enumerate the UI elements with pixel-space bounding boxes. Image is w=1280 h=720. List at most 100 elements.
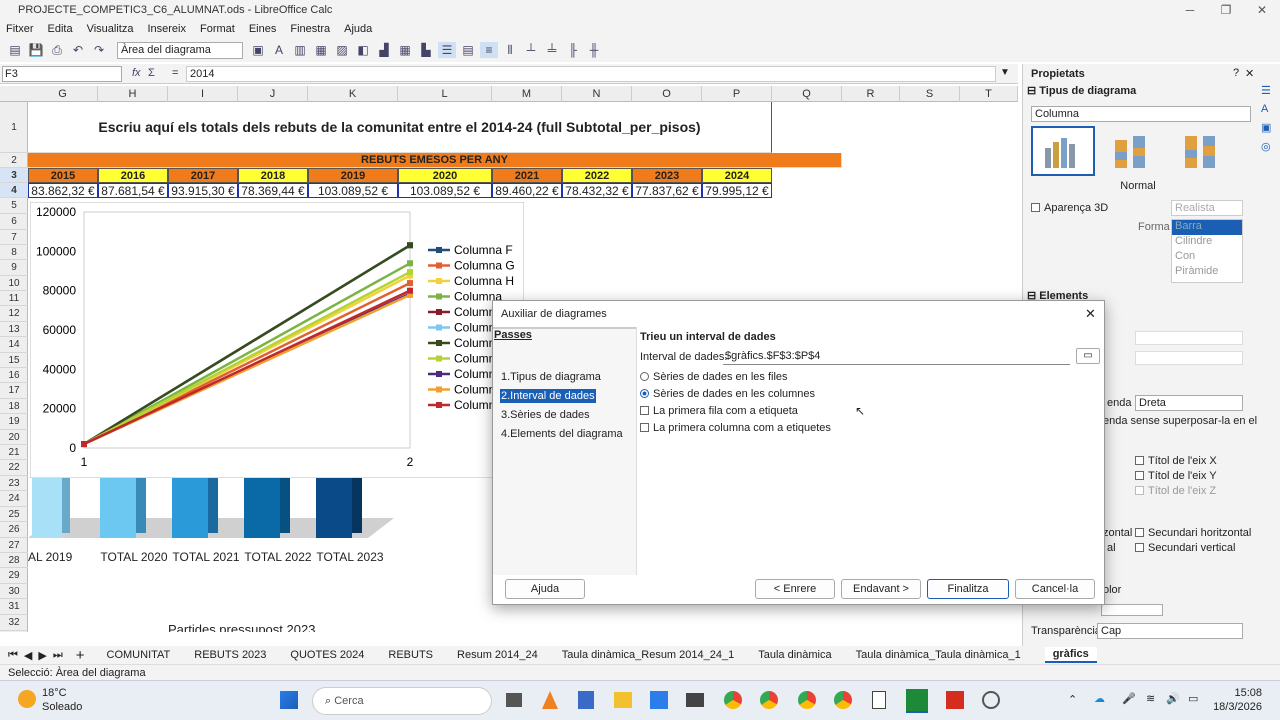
store-icon[interactable] [650, 691, 668, 709]
help-button[interactable]: Ajuda [505, 579, 585, 599]
row-header[interactable]: 18 [0, 399, 28, 414]
row-header[interactable]: 8 [0, 245, 28, 260]
year-cell[interactable]: 2019 [308, 168, 398, 183]
chart-type-bar-icon[interactable]: ▟ [375, 42, 393, 58]
row-header[interactable]: 24 [0, 491, 28, 507]
undo-icon[interactable]: ↶ [69, 42, 87, 58]
shape-item[interactable]: Barra [1172, 220, 1242, 235]
col-header[interactable]: N [562, 86, 632, 102]
next-button[interactable]: Endavant > [841, 579, 921, 599]
start-icon[interactable] [280, 691, 298, 709]
cancel-button[interactable]: Cancel·la [1015, 579, 1095, 599]
row-header[interactable]: 19 [0, 414, 28, 430]
row-header[interactable]: 2 [0, 153, 28, 168]
row-header[interactable]: 9 [0, 260, 28, 276]
row-header[interactable]: 3 [0, 168, 28, 183]
col-header[interactable]: G [28, 86, 98, 102]
print-icon[interactable]: ⎙ [48, 42, 66, 58]
file-explorer-icon[interactable] [614, 692, 632, 708]
col-header[interactable]: Q [772, 86, 842, 102]
menu-format[interactable]: Format [200, 23, 235, 35]
sheet-heading[interactable]: Escriu aquí els totals dels rebuts de la… [28, 102, 772, 153]
document-icon[interactable] [872, 691, 886, 709]
pdf-icon[interactable] [946, 691, 964, 709]
subtype-stacked[interactable] [1099, 127, 1161, 175]
col-header[interactable]: M [492, 86, 562, 102]
sheet-tab[interactable]: REBUTS 2023 [194, 649, 266, 661]
app-icon[interactable] [578, 691, 594, 709]
amount-cell[interactable]: 87.681,54 € [98, 183, 168, 198]
series-rows-radio[interactable]: Sèries de dades en les files [640, 371, 788, 383]
chart-type-select[interactable]: Columna [1031, 106, 1251, 122]
function-wizard-icon[interactable]: fx [132, 67, 141, 79]
row-header[interactable]: 30 [0, 584, 28, 599]
row-header[interactable]: 27 [0, 538, 28, 553]
chrome-icon[interactable] [798, 691, 816, 709]
amount-cell[interactable]: 93.915,30 € [168, 183, 238, 198]
dialog-close-icon[interactable]: ✕ [1085, 306, 1096, 322]
range-input[interactable]: $gràfics.$F$3:$P$4 [723, 348, 1070, 365]
add-sheet-icon[interactable]: + [76, 647, 85, 664]
formula-icon[interactable]: = [172, 67, 178, 79]
first-row-label-checkbox[interactable]: La primera fila com a etiqueta [640, 405, 798, 417]
gallery-icon[interactable]: ▣ [1261, 121, 1280, 134]
subtitle-field[interactable] [1135, 351, 1243, 365]
navigator-icon[interactable]: ◎ [1261, 140, 1280, 153]
minimize-icon[interactable]: ─ [1172, 0, 1208, 20]
year-cell[interactable]: 2016 [98, 168, 168, 183]
sheet-banner[interactable]: REBUTS EMESOS PER ANY [28, 153, 842, 168]
chrome-icon[interactable] [724, 691, 742, 709]
axis-y-title-checkbox[interactable]: Títol de l'eix Y [1135, 470, 1217, 482]
year-cell[interactable]: 2018 [238, 168, 308, 183]
menu-file[interactable]: Fitxer [6, 23, 34, 35]
chart-type-section-header[interactable]: ⊟ Tipus de diagrama [1027, 84, 1257, 98]
sheet-tab[interactable]: Resum 2014_24 [457, 649, 538, 661]
first-sheet-icon[interactable]: ⏮ [8, 649, 18, 662]
data-ranges-icon[interactable]: ▙ [417, 42, 435, 58]
first-column-label-checkbox[interactable]: La primera columna com a etiquetes [640, 422, 831, 434]
maximize-icon[interactable]: ❐ [1208, 0, 1244, 20]
year-cell[interactable]: 2020 [398, 168, 492, 183]
sheet-tab-active[interactable]: gràfics [1044, 647, 1097, 663]
data-table-icon[interactable]: ▦ [396, 42, 414, 58]
row-header[interactable]: 1 [0, 102, 28, 153]
row-header[interactable]: 14 [0, 337, 28, 353]
battery-icon[interactable]: ▭ [1188, 692, 1198, 705]
sheet-tab[interactable]: Taula dinàmica_Taula dinàmica_1 [856, 649, 1021, 661]
back-button[interactable]: < Enrere [755, 579, 835, 599]
legend-overlay-label[interactable]: enda sense superposar-la en el [1103, 415, 1257, 427]
row-header[interactable]: 13 [0, 322, 28, 337]
col-header[interactable]: I [168, 86, 238, 102]
amount-cell[interactable]: 79.995,12 € [702, 183, 772, 198]
chrome-icon[interactable] [760, 691, 778, 709]
chart-area[interactable] [30, 202, 524, 478]
row-header[interactable]: 22 [0, 460, 28, 476]
task-view-icon[interactable] [506, 693, 522, 707]
shape-list[interactable]: Barra Cilindre Con Piràmide [1171, 219, 1243, 283]
row-header[interactable]: 20 [0, 430, 28, 445]
row-header[interactable]: 12 [0, 306, 28, 322]
wifi-icon[interactable]: ≋ [1146, 692, 1155, 705]
amount-cell[interactable]: 78.432,32 € [562, 183, 632, 198]
year-cell[interactable]: 2017 [168, 168, 238, 183]
chart-subtypes[interactable] [1031, 126, 1243, 178]
cloud-icon[interactable]: ☁ [1094, 692, 1105, 705]
expand-formula-icon[interactable]: ▼ [1000, 67, 1010, 78]
prev-sheet-icon[interactable]: ◀ [24, 649, 32, 662]
secondary-vertical-checkbox[interactable]: Secundari vertical [1135, 542, 1235, 554]
row-header[interactable]: 10 [0, 276, 28, 291]
year-cell[interactable]: 2015 [28, 168, 98, 183]
col-header[interactable]: S [900, 86, 960, 102]
row-header[interactable]: 11 [0, 291, 28, 306]
subtype-percent[interactable] [1169, 127, 1231, 175]
row-header[interactable]: 6 [0, 214, 28, 230]
menu-help[interactable]: Ajuda [344, 23, 372, 35]
amount-cell[interactable]: 89.460,22 € [492, 183, 562, 198]
bar-chart[interactable] [28, 478, 398, 542]
horizontal-grid-icon[interactable]: ≡ [480, 42, 498, 58]
shape-item[interactable]: Piràmide [1172, 265, 1242, 280]
chart-type-icon[interactable]: ▥ [291, 42, 309, 58]
shrink-range-icon[interactable]: ▭ [1076, 348, 1100, 364]
save-icon[interactable]: 💾 [27, 42, 45, 58]
amount-cell[interactable]: 103.089,52 € [308, 183, 398, 198]
